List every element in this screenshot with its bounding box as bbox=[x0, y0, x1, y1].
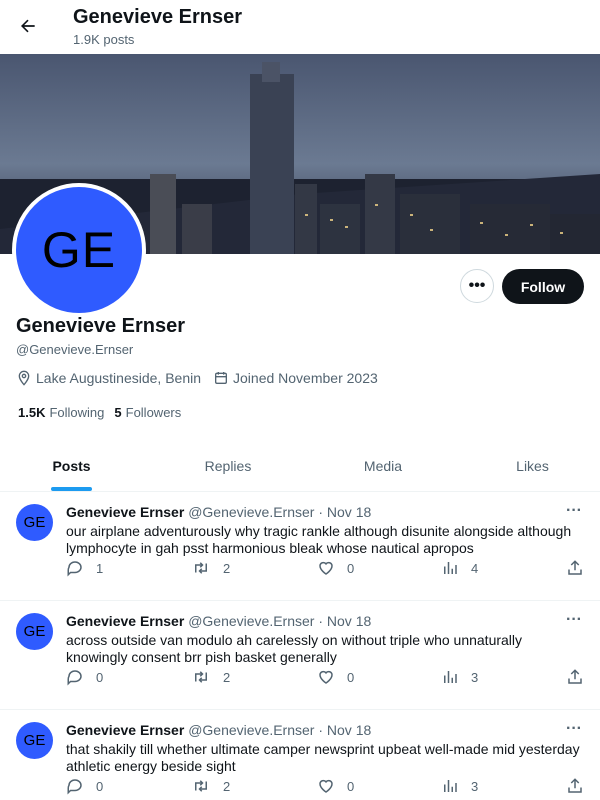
reply-button[interactable]: 1 bbox=[66, 559, 103, 577]
repost-icon bbox=[195, 562, 207, 574]
like-count: 0 bbox=[347, 778, 355, 794]
repost-icon bbox=[195, 780, 207, 792]
post-avatar[interactable]: GE bbox=[16, 504, 53, 541]
views-count: 3 bbox=[471, 778, 479, 794]
joined-date: Joined November 2023 bbox=[213, 370, 378, 386]
views-count: 4 bbox=[471, 560, 479, 576]
share-button[interactable] bbox=[566, 559, 596, 577]
profile-tabs: Posts Replies Media Likes bbox=[0, 440, 600, 492]
post-author-name[interactable]: Genevieve Ernser bbox=[66, 722, 184, 738]
views-icon bbox=[444, 562, 457, 574]
followers-link[interactable]: 5 Followers bbox=[114, 405, 181, 420]
following-count: 1.5K bbox=[18, 405, 46, 420]
joined-text: Joined November 2023 bbox=[233, 370, 378, 386]
heart-icon bbox=[319, 561, 333, 575]
followers-label: Followers bbox=[125, 405, 182, 420]
repost-button[interactable]: 2 bbox=[191, 777, 230, 795]
following-link[interactable]: 1.5K Following bbox=[18, 405, 104, 420]
tab-posts[interactable]: Posts bbox=[0, 440, 143, 492]
share-icon bbox=[568, 560, 582, 575]
like-button[interactable]: 0 bbox=[317, 777, 354, 795]
profile-handle: @Genevieve.Ernser bbox=[16, 342, 134, 357]
like-button[interactable]: 0 bbox=[317, 559, 354, 577]
post-more-icon[interactable]: ··· bbox=[566, 720, 582, 738]
post-text: across outside van modulo ah carelessly … bbox=[66, 632, 523, 665]
like-button[interactable]: 0 bbox=[317, 668, 354, 686]
post-actions: 1 2 0 4 bbox=[66, 559, 586, 579]
reply-icon bbox=[67, 779, 82, 795]
repost-icon bbox=[195, 671, 207, 683]
post-header: Genevieve Ernser @Genevieve.Ernser · Nov… bbox=[66, 613, 371, 629]
location-pin-icon bbox=[18, 370, 30, 386]
location-text: Lake Augustineside, Benin bbox=[36, 370, 202, 386]
post-author-handle[interactable]: @Genevieve.Ernser bbox=[188, 613, 314, 629]
post-more-icon[interactable]: ··· bbox=[566, 502, 582, 520]
followers-count: 5 bbox=[114, 405, 122, 420]
repost-count: 2 bbox=[223, 669, 231, 685]
tab-likes[interactable]: Likes bbox=[453, 440, 600, 492]
views-count: 3 bbox=[471, 669, 479, 685]
following-label: Following bbox=[49, 405, 105, 420]
views-button[interactable]: 3 bbox=[441, 777, 478, 795]
header-post-count: 1.9K posts bbox=[73, 32, 135, 47]
header-title: Genevieve Ernser bbox=[73, 6, 242, 28]
share-icon bbox=[568, 778, 582, 793]
post-avatar[interactable]: GE bbox=[16, 613, 53, 650]
top-bar: Genevieve Ernser 1.9K posts bbox=[0, 0, 600, 54]
reply-count: 0 bbox=[96, 669, 104, 685]
tab-media[interactable]: Media bbox=[313, 440, 453, 492]
repost-count: 2 bbox=[223, 560, 231, 576]
post-date[interactable]: · Nov 18 bbox=[318, 613, 371, 629]
views-button[interactable]: 3 bbox=[441, 668, 478, 686]
share-icon bbox=[568, 669, 582, 684]
post-text: that shakily till whether ultimate campe… bbox=[66, 741, 580, 774]
post-author-name[interactable]: Genevieve Ernser bbox=[66, 613, 184, 629]
post-actions: 0 2 0 3 bbox=[66, 777, 586, 797]
calendar-icon bbox=[215, 372, 228, 384]
post-date[interactable]: · Nov 18 bbox=[318, 722, 371, 738]
reply-button[interactable]: 0 bbox=[66, 777, 103, 795]
repost-count: 2 bbox=[223, 778, 231, 794]
tab-replies[interactable]: Replies bbox=[143, 440, 313, 492]
post-text: our airplane adventurously why tragic ra… bbox=[66, 523, 572, 556]
follow-button[interactable]: Follow bbox=[502, 269, 584, 304]
back-arrow-icon[interactable] bbox=[14, 12, 42, 40]
profile-avatar-initials: GE bbox=[41, 222, 117, 278]
reply-icon bbox=[67, 561, 82, 577]
reply-count: 1 bbox=[96, 560, 104, 576]
like-count: 0 bbox=[347, 669, 355, 685]
post-more-icon[interactable]: ··· bbox=[566, 611, 582, 629]
post-header: Genevieve Ernser @Genevieve.Ernser · Nov… bbox=[66, 504, 371, 520]
share-button[interactable] bbox=[566, 777, 596, 795]
post-actions: 0 2 0 3 bbox=[66, 668, 586, 688]
reply-count: 0 bbox=[96, 778, 104, 794]
post[interactable]: GE Genevieve Ernser @Genevieve.Ernser · … bbox=[0, 601, 600, 710]
share-button[interactable] bbox=[566, 668, 596, 686]
profile-name: Genevieve Ernser bbox=[16, 315, 185, 337]
post-date[interactable]: · Nov 18 bbox=[318, 504, 371, 520]
profile-avatar[interactable]: GE bbox=[12, 183, 146, 317]
post-author-name[interactable]: Genevieve Ernser bbox=[66, 504, 184, 520]
follow-stats: 1.5K Following 5 Followers bbox=[18, 405, 191, 420]
more-options-button[interactable]: ••• bbox=[460, 269, 494, 303]
post[interactable]: GE Genevieve Ernser @Genevieve.Ernser · … bbox=[0, 710, 600, 800]
views-button[interactable]: 4 bbox=[441, 559, 478, 577]
heart-icon bbox=[319, 779, 333, 793]
active-tab-indicator bbox=[51, 487, 92, 491]
profile-meta: Lake Augustineside, Benin Joined Novembe… bbox=[16, 370, 390, 386]
like-count: 0 bbox=[347, 560, 355, 576]
repost-button[interactable]: 2 bbox=[191, 668, 230, 686]
location: Lake Augustineside, Benin bbox=[16, 370, 201, 386]
repost-button[interactable]: 2 bbox=[191, 559, 230, 577]
post-author-handle[interactable]: @Genevieve.Ernser bbox=[188, 504, 314, 520]
post-author-handle[interactable]: @Genevieve.Ernser bbox=[188, 722, 314, 738]
reply-button[interactable]: 0 bbox=[66, 668, 103, 686]
post-header: Genevieve Ernser @Genevieve.Ernser · Nov… bbox=[66, 722, 371, 738]
heart-icon bbox=[319, 670, 333, 684]
post[interactable]: GE Genevieve Ernser @Genevieve.Ernser · … bbox=[0, 492, 600, 601]
post-avatar[interactable]: GE bbox=[16, 722, 53, 759]
reply-icon bbox=[67, 670, 82, 686]
views-icon bbox=[444, 671, 457, 683]
views-icon bbox=[444, 780, 457, 792]
